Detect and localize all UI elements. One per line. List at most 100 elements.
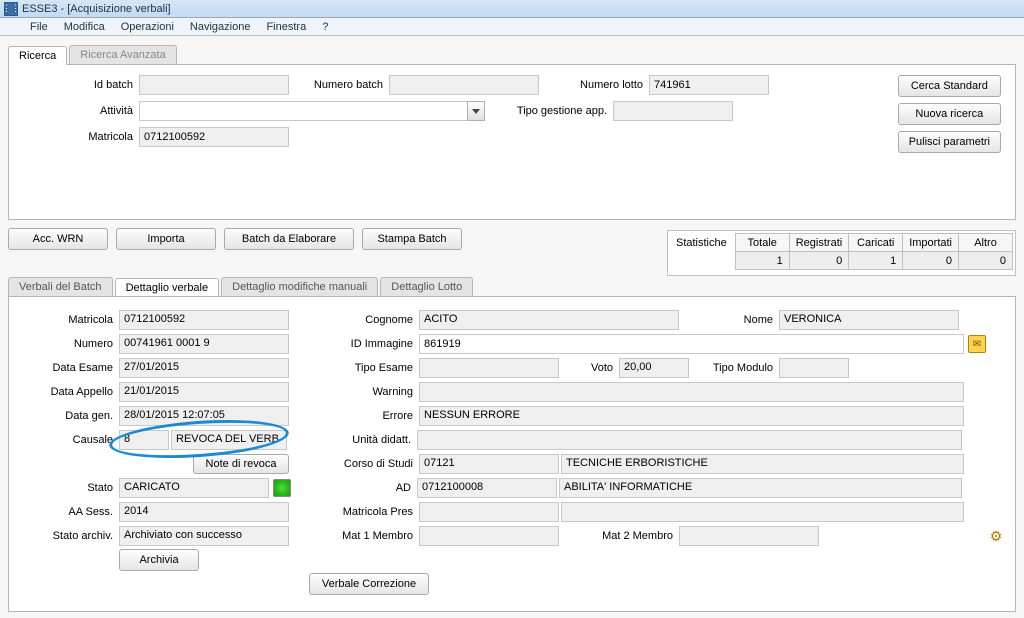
detail-tabstrip: Verbali del Batch Dettaglio verbale Dett… — [8, 274, 1016, 296]
btn-nuova-ricerca[interactable]: Nuova ricerca — [898, 103, 1001, 125]
lbl-d-ad: AD — [291, 482, 417, 494]
input-attivita[interactable] — [139, 101, 467, 121]
col-altro: Altro — [959, 234, 1013, 252]
tab-verbali-batch[interactable]: Verbali del Batch — [8, 277, 113, 296]
lbl-d-matricola: Matricola — [19, 314, 119, 326]
dropdown-attivita[interactable] — [139, 101, 485, 121]
btn-note-di-revoca[interactable]: Note di revoca — [193, 454, 289, 474]
input-id-batch[interactable] — [139, 75, 289, 95]
val-d-unita — [417, 430, 962, 450]
val-d-stato: CARICATO — [119, 478, 269, 498]
lbl-d-cognome: Cognome — [289, 314, 419, 326]
val-d-aa: 2014 — [119, 502, 289, 522]
chevron-down-icon[interactable] — [467, 101, 485, 121]
btn-pulisci-parametri[interactable]: Pulisci parametri — [898, 131, 1001, 153]
lbl-d-numero: Numero — [19, 338, 119, 350]
btn-stampa-batch[interactable]: Stampa Batch — [362, 228, 462, 250]
menu-file[interactable]: File — [22, 21, 56, 33]
val-registrati: 0 — [789, 252, 848, 270]
btn-verbale-correzione[interactable]: Verbale Correzione — [309, 573, 429, 595]
menu-navigazione[interactable]: Navigazione — [182, 21, 259, 33]
status-green-icon — [273, 479, 291, 497]
lbl-d-mat1: Mat 1 Membro — [289, 530, 419, 542]
tab-dettaglio-modifiche[interactable]: Dettaglio modifiche manuali — [221, 277, 378, 296]
btn-cerca-standard[interactable]: Cerca Standard — [898, 75, 1001, 97]
val-d-matricola: 0712100592 — [119, 310, 289, 330]
btn-batch-da-elaborare[interactable]: Batch da Elaborare — [224, 228, 354, 250]
val-d-numero: 00741961 0001 9 — [119, 334, 289, 354]
gear-icon[interactable]: ⚙ — [987, 527, 1005, 545]
lbl-d-mat-pres: Matricola Pres — [289, 506, 419, 518]
lbl-d-warning: Warning — [289, 386, 419, 398]
menubar: File Modifica Operazioni Navigazione Fin… — [0, 18, 1024, 36]
lbl-d-stato: Stato — [19, 482, 119, 494]
lbl-numero-lotto: Numero lotto — [539, 79, 649, 91]
lbl-d-causale: Causale — [19, 434, 119, 446]
col-importati: Importati — [903, 234, 959, 252]
lbl-d-mat2: Mat 2 Membro — [559, 530, 679, 542]
col-registrati: Registrati — [789, 234, 848, 252]
lbl-id-batch: Id batch — [19, 79, 139, 91]
lbl-d-errore: Errore — [289, 410, 419, 422]
lbl-d-unita: Unità didatt. — [287, 434, 417, 446]
menu-operazioni[interactable]: Operazioni — [113, 21, 182, 33]
col-caricati: Caricati — [849, 234, 903, 252]
menu-modifica[interactable]: Modifica — [56, 21, 113, 33]
val-d-tipo-esame — [419, 358, 559, 378]
val-totale: 1 — [735, 252, 789, 270]
search-tabstrip: Ricerca Ricerca Avanzata — [8, 42, 1016, 64]
lbl-numero-batch: Numero batch — [289, 79, 389, 91]
menu-finestra[interactable]: Finestra — [258, 21, 314, 33]
val-d-corso-code: 07121 — [419, 454, 559, 474]
val-d-stato-arch: Archiviato con successo — [119, 526, 289, 546]
val-d-ad-code: 0712100008 — [417, 478, 557, 498]
input-tipo-gestione[interactable] — [613, 101, 733, 121]
menu-help[interactable]: ? — [314, 21, 336, 33]
val-d-mat2 — [679, 526, 819, 546]
lbl-d-aa: AA Sess. — [19, 506, 119, 518]
val-d-errore: NESSUN ERRORE — [419, 406, 964, 426]
val-d-ad-desc: ABILITA' INFORMATICHE — [559, 478, 962, 498]
input-d-id-immagine[interactable] — [419, 334, 964, 354]
val-d-cognome: ACITO — [419, 310, 679, 330]
lbl-d-tipo-modulo: Tipo Modulo — [689, 362, 779, 374]
val-d-data-esame: 27/01/2015 — [119, 358, 289, 378]
val-d-mat-pres — [419, 502, 559, 522]
val-altro: 0 — [959, 252, 1013, 270]
lbl-matricola: Matricola — [19, 131, 139, 143]
val-d-causale-code: 8 — [119, 430, 169, 450]
stats-table: Statistiche Totale Registrati Caricati I… — [667, 230, 1016, 276]
val-d-causale-desc: REVOCA DEL VERB — [171, 430, 287, 450]
window-title: ESSE3 - [Acquisizione verbali] — [22, 3, 171, 15]
app-logo-icon: ⋮⋮ — [4, 2, 18, 16]
tab-dettaglio-lotto[interactable]: Dettaglio Lotto — [380, 277, 473, 296]
input-matricola[interactable] — [139, 127, 289, 147]
lbl-tipo-gestione: Tipo gestione app. — [485, 105, 613, 117]
input-numero-lotto[interactable] — [649, 75, 769, 95]
lbl-d-data-appello: Data Appello — [19, 386, 119, 398]
btn-acc-wrn[interactable]: Acc. WRN — [8, 228, 108, 250]
btn-archivia[interactable]: Archivia — [119, 549, 199, 571]
val-d-mat-pres-desc — [561, 502, 964, 522]
val-d-nome: VERONICA — [779, 310, 959, 330]
col-totale: Totale — [735, 234, 789, 252]
detail-panel: Matricola 0712100592 Cognome ACITO Nome … — [8, 296, 1016, 612]
lbl-d-stato-arch: Stato archiv. — [19, 530, 119, 542]
val-d-data-gen: 28/01/2015 12:07:05 — [119, 406, 289, 426]
lbl-d-nome: Nome — [679, 314, 779, 326]
tab-dettaglio-verbale[interactable]: Dettaglio verbale — [115, 278, 220, 297]
lbl-d-data-esame: Data Esame — [19, 362, 119, 374]
lbl-d-corso: Corso di Studi — [289, 458, 419, 470]
folder-icon[interactable]: ✉ — [968, 335, 986, 353]
tab-ricerca-avanzata[interactable]: Ricerca Avanzata — [69, 45, 176, 64]
input-numero-batch[interactable] — [389, 75, 539, 95]
tab-ricerca[interactable]: Ricerca — [8, 46, 67, 65]
lbl-d-id-immagine: ID Immagine — [289, 338, 419, 350]
lbl-d-voto: Voto — [559, 362, 619, 374]
val-d-mat1 — [419, 526, 559, 546]
btn-importa[interactable]: Importa — [116, 228, 216, 250]
val-caricati: 1 — [849, 252, 903, 270]
val-d-warning — [419, 382, 964, 402]
val-d-corso-desc: TECNICHE ERBORISTICHE — [561, 454, 964, 474]
lbl-statistiche: Statistiche — [670, 234, 735, 252]
